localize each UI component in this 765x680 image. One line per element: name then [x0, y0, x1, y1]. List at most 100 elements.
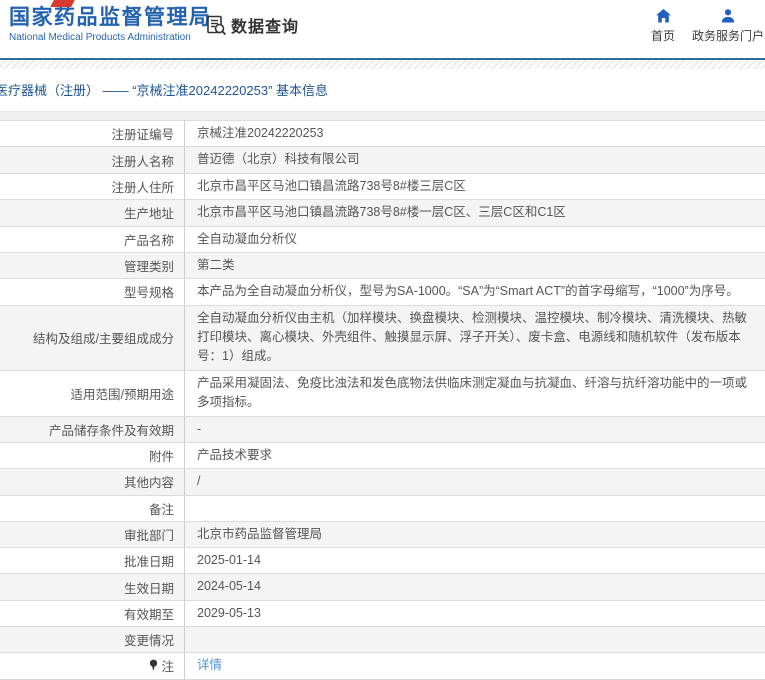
table-row: 产品名称 全自动凝血分析仪 — [0, 225, 765, 252]
table-row: 注册证编号 京械注准20242220253 — [0, 120, 765, 147]
row-value-text: 北京市昌平区马池口镇昌流路738号8#楼一层C区、三层C区和C1区 — [197, 205, 566, 220]
row-label: 变更情况 — [0, 627, 185, 653]
row-label: 其他内容 — [0, 469, 185, 495]
nav-gov-portal[interactable]: 政务服务门户 — [692, 8, 764, 44]
row-value: 第二类 — [185, 253, 765, 278]
page-header: 国家药品监督管理局 National Medical Products Admi… — [0, 0, 765, 58]
row-label-text: 注册证编号 — [111, 128, 174, 143]
row-value-text: 2024-05-14 — [197, 579, 261, 594]
row-label-text: 其他内容 — [123, 476, 174, 491]
table-row: 注 详情 — [0, 652, 765, 679]
row-label-text: 有效期至 — [123, 607, 174, 622]
row-value: 本产品为全自动凝血分析仪，型号为SA-1000。“SA”为“Smart ACT”… — [185, 279, 765, 304]
row-label: 适用范围/预期用途 — [0, 370, 185, 416]
row-label: 管理类别 — [0, 252, 185, 279]
breadcrumb: 医疗器械（注册） —— “京械注准20242220253” 基本信息 — [0, 83, 329, 98]
row-label: 附件 — [0, 442, 185, 469]
data-query-heading: 数据查询 — [205, 13, 299, 37]
nav-home-label: 首页 — [650, 29, 675, 43]
row-label-text: 产品名称 — [123, 233, 174, 248]
row-value-text: 产品采用凝固法、免疫比浊法和发色底物法供临床测定凝血与抗凝血、纤溶与抗纤溶功能中… — [197, 375, 748, 410]
row-label: 注册人名称 — [0, 147, 185, 173]
table-row: 备注 — [0, 494, 765, 521]
row-value-text: - — [197, 421, 202, 436]
row-label: 注 — [0, 653, 185, 679]
data-query-label: 数据查询 — [231, 19, 300, 36]
row-value-text: 北京市昌平区马池口镇昌流路738号8#楼三层C区 — [197, 178, 466, 193]
row-value-text: / — [197, 474, 201, 489]
table-row: 注册人住所 北京市昌平区马池口镇昌流路738号8#楼三层C区 — [0, 172, 765, 200]
table-row: 适用范围/预期用途 产品采用凝固法、免疫比浊法和发色底物法供临床测定凝血与抗凝血、… — [0, 369, 765, 416]
row-value: 产品采用凝固法、免疫比浊法和发色底物法供临床测定凝血与抗凝血、纤溶与抗纤溶功能中… — [185, 371, 765, 416]
row-value: 2024-05-14 — [185, 574, 765, 599]
row-value: 京械注准20242220253 — [185, 121, 765, 146]
table-row: 产品储存条件及有效期 - — [0, 415, 765, 442]
row-label: 结构及组成/主要组成成分 — [0, 305, 185, 370]
breadcrumb-bar: 医疗器械（注册） —— “京械注准20242220253” 基本信息 — [0, 69, 765, 112]
table-row: 型号规格 本产品为全自动凝血分析仪，型号为SA-1000。“SA”为“Smart … — [0, 278, 765, 305]
row-value — [185, 627, 765, 652]
row-value-text: 全自动凝血分析仪 — [197, 231, 298, 246]
table-row: 其他内容 / — [0, 468, 765, 495]
info-table: 注册证编号 京械注准20242220253 注册人名称 普迈德（北京）科技有限公司 注册… — [0, 120, 765, 680]
table-row: 有效期至 2029-05-13 — [0, 599, 765, 627]
row-label-text: 附件 — [148, 450, 174, 465]
table-row: 变更情况 — [0, 626, 765, 653]
user-icon — [720, 8, 736, 24]
row-label-text: 型号规格 — [123, 286, 174, 301]
row-label: 生效日期 — [0, 574, 185, 600]
row-label: 审批部门 — [0, 521, 185, 547]
row-label-text: 生产地址 — [123, 207, 174, 222]
note-icon — [149, 659, 158, 672]
row-value-text: 北京市药品监督管理局 — [197, 526, 323, 541]
row-value: / — [185, 469, 765, 494]
table-row: 生产地址 北京市昌平区马池口镇昌流路738号8#楼一层C区、三层C区和C1区 — [0, 199, 765, 226]
row-value: 产品技术要求 — [185, 443, 765, 468]
details-link[interactable]: 详情 — [197, 656, 222, 675]
table-row: 批准日期 2025-01-14 — [0, 547, 765, 574]
row-value: - — [185, 417, 765, 442]
gap-strip — [0, 112, 765, 120]
row-label: 批准日期 — [0, 548, 185, 574]
row-value: 全自动凝血分析仪 — [185, 227, 765, 252]
row-value: 2029-05-13 — [185, 601, 765, 626]
row-value-text: 普迈德（北京）科技有限公司 — [197, 152, 360, 167]
home-icon — [655, 8, 672, 24]
row-value — [185, 496, 765, 521]
doc-search-icon — [205, 14, 227, 36]
row-value-text: 2029-05-13 — [197, 605, 261, 620]
row-value-text: 京械注准20242220253 — [197, 126, 324, 140]
row-label: 型号规格 — [0, 279, 185, 305]
row-value: 北京市昌平区马池口镇昌流路738号8#楼一层C区、三层C区和C1区 — [185, 200, 765, 225]
row-label-text: 注册人名称 — [111, 154, 174, 169]
red-banner-artifact — [50, 0, 75, 7]
row-label-text: 生效日期 — [123, 581, 174, 596]
table-row: 结构及组成/主要组成成分 全自动凝血分析仪由主机（加样模块、换盘模块、检测模块、温… — [0, 304, 765, 370]
row-label-text: 注 — [161, 660, 174, 675]
row-label-text: 产品储存条件及有效期 — [48, 423, 174, 438]
row-label: 注册证编号 — [0, 121, 185, 147]
row-value-text: 第二类 — [197, 257, 235, 272]
row-label-text: 管理类别 — [123, 260, 174, 275]
row-value: 普迈德（北京）科技有限公司 — [185, 147, 765, 172]
row-label-text: 备注 — [148, 502, 174, 517]
row-label: 生产地址 — [0, 200, 185, 226]
row-label-text: 注册人住所 — [111, 180, 174, 195]
table-row: 生效日期 2024-05-14 — [0, 573, 765, 600]
table-row: 审批部门 北京市药品监督管理局 — [0, 520, 765, 547]
row-label-text: 适用范围/预期用途 — [70, 387, 174, 402]
table-row: 附件 产品技术要求 — [0, 441, 765, 469]
nmpa-logo: 国家药品监督管理局 National Medical Products Admi… — [9, 6, 212, 43]
row-value-text: 2025-01-14 — [197, 553, 261, 567]
table-row: 管理类别 第二类 — [0, 251, 765, 279]
row-value: 全自动凝血分析仪由主机（加样模块、换盘模块、检测模块、温控模块、制冷模块、清洗模… — [185, 306, 765, 370]
nav-home[interactable]: 首页 — [640, 8, 686, 44]
row-value: 北京市昌平区马池口镇昌流路738号8#楼三层C区 — [185, 174, 765, 199]
logo-title: 国家药品监督管理局 — [9, 6, 212, 29]
row-value-text: 产品技术要求 — [197, 447, 273, 462]
hatched-band — [0, 60, 765, 69]
row-value-text: 全自动凝血分析仪由主机（加样模块、换盘模块、检测模块、温控模块、制冷模块、清洗模… — [197, 310, 748, 364]
logo-subtitle: National Medical Products Administration — [9, 32, 191, 43]
row-value-text: 本产品为全自动凝血分析仪，型号为SA-1000。“SA”为“Smart ACT”… — [197, 284, 739, 299]
row-value: 2025-01-14 — [185, 548, 765, 573]
